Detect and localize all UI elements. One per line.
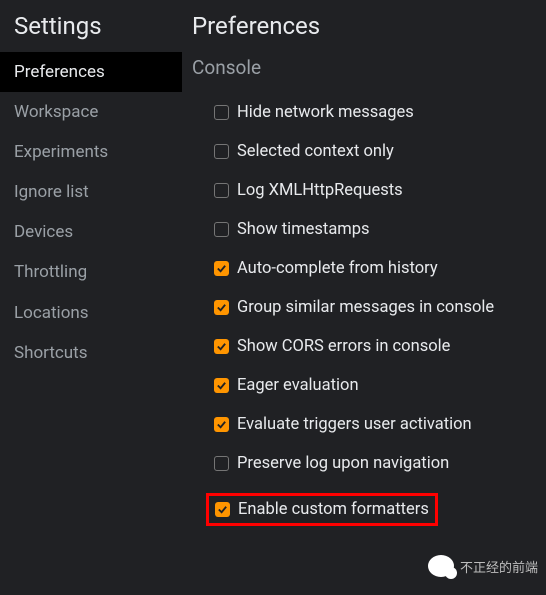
checkbox-checked-icon[interactable] — [214, 417, 229, 432]
option-enable-custom-formatters[interactable]: Enable custom formatters — [214, 483, 546, 536]
options-list: Hide network messages Selected context o… — [192, 93, 546, 536]
sidebar-title: Settings — [0, 6, 182, 52]
section-title: Console — [192, 56, 546, 93]
checkbox-icon[interactable] — [214, 222, 229, 237]
option-label: Hide network messages — [237, 103, 414, 122]
page-title: Preferences — [192, 6, 546, 56]
checkbox-checked-icon[interactable] — [214, 378, 229, 393]
sidebar-item-locations[interactable]: Locations — [0, 293, 182, 333]
sidebar-item-throttling[interactable]: Throttling — [0, 252, 182, 292]
option-label: Log XMLHttpRequests — [237, 181, 403, 200]
checkbox-icon[interactable] — [214, 456, 229, 471]
option-label: Auto-complete from history — [237, 259, 438, 278]
checkbox-icon[interactable] — [214, 183, 229, 198]
watermark: 不正经的前端 — [428, 555, 538, 577]
sidebar-item-shortcuts[interactable]: Shortcuts — [0, 333, 182, 373]
sidebar-item-experiments[interactable]: Experiments — [0, 132, 182, 172]
option-preserve-log[interactable]: Preserve log upon navigation — [214, 444, 546, 483]
option-label: Preserve log upon navigation — [237, 454, 449, 473]
option-label: Group similar messages in console — [237, 298, 494, 317]
checkbox-checked-icon[interactable] — [214, 261, 229, 276]
checkbox-icon[interactable] — [214, 144, 229, 159]
option-hide-network-messages[interactable]: Hide network messages — [214, 93, 546, 132]
option-log-xmlhttprequests[interactable]: Log XMLHttpRequests — [214, 171, 546, 210]
option-autocomplete-from-history[interactable]: Auto-complete from history — [214, 249, 546, 288]
checkbox-checked-icon[interactable] — [215, 502, 230, 517]
sidebar-item-devices[interactable]: Devices — [0, 212, 182, 252]
option-show-cors-errors[interactable]: Show CORS errors in console — [214, 327, 546, 366]
watermark-text: 不正经的前端 — [460, 557, 538, 576]
option-label: Show timestamps — [237, 220, 370, 239]
settings-sidebar: Settings Preferences Workspace Experimen… — [0, 0, 182, 595]
main-panel: Preferences Console Hide network message… — [182, 0, 546, 595]
option-label: Eager evaluation — [237, 376, 359, 395]
option-label: Evaluate triggers user activation — [237, 415, 472, 434]
sidebar-item-workspace[interactable]: Workspace — [0, 92, 182, 132]
checkbox-checked-icon[interactable] — [214, 339, 229, 354]
option-selected-context-only[interactable]: Selected context only — [214, 132, 546, 171]
highlight-box: Enable custom formatters — [206, 493, 438, 526]
option-group-similar-messages[interactable]: Group similar messages in console — [214, 288, 546, 327]
option-show-timestamps[interactable]: Show timestamps — [214, 210, 546, 249]
checkbox-icon[interactable] — [214, 105, 229, 120]
option-label: Enable custom formatters — [238, 500, 429, 519]
option-evaluate-triggers-user-activation[interactable]: Evaluate triggers user activation — [214, 405, 546, 444]
option-label: Show CORS errors in console — [237, 337, 450, 356]
option-eager-evaluation[interactable]: Eager evaluation — [214, 366, 546, 405]
option-label: Selected context only — [237, 142, 394, 161]
checkbox-checked-icon[interactable] — [214, 300, 229, 315]
sidebar-item-preferences[interactable]: Preferences — [0, 52, 182, 92]
sidebar-item-ignore-list[interactable]: Ignore list — [0, 172, 182, 212]
wechat-icon — [428, 555, 454, 577]
